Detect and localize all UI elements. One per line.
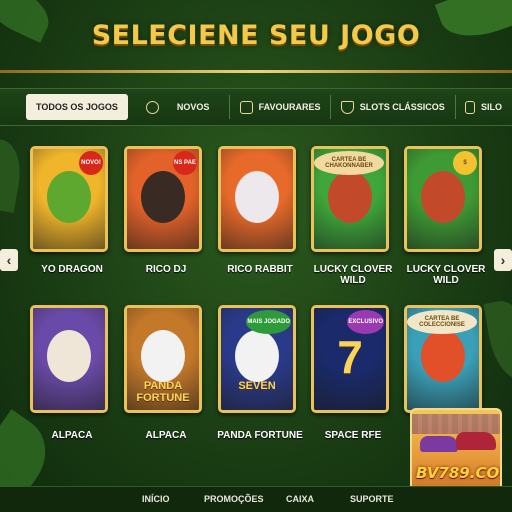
nav-caixa[interactable]: CAIXA bbox=[286, 494, 314, 504]
nav-inicio[interactable]: INÍCIO bbox=[142, 494, 170, 504]
game-card[interactable]: NS PAE bbox=[124, 146, 202, 252]
tab-silo[interactable]: SILO bbox=[455, 89, 512, 125]
nav-suporte[interactable]: SUPORTE bbox=[350, 494, 394, 504]
game-title: RICO DJ bbox=[145, 264, 187, 275]
tab-novos[interactable]: NOVOS bbox=[136, 89, 220, 125]
game-title: SPACE RFE bbox=[324, 430, 382, 441]
game-badge: NS PAE bbox=[173, 151, 197, 175]
red-car-image bbox=[456, 432, 496, 450]
game-card[interactable]: SEVEN MAIS JOGADO bbox=[218, 305, 296, 413]
game-logo-text: 7 bbox=[337, 331, 363, 383]
tab-label: TODOS OS JOGOS bbox=[36, 102, 118, 112]
tab-label: SILO bbox=[480, 102, 502, 112]
character-image bbox=[235, 171, 279, 223]
game-badge: MAIS JOGADO bbox=[246, 310, 291, 334]
character-image bbox=[235, 330, 279, 382]
game-badge: $ bbox=[453, 151, 477, 175]
game-card[interactable]: NOVO! bbox=[30, 146, 108, 252]
tv-icon bbox=[239, 100, 253, 114]
category-tabs: TODOS OS JOGOS NOVOS FAVOURARES SLOTS CL… bbox=[0, 88, 512, 126]
game-card[interactable] bbox=[30, 305, 108, 413]
pillar-icon bbox=[464, 100, 475, 114]
tab-label: NOVOS bbox=[176, 102, 210, 112]
character-image bbox=[421, 330, 465, 382]
bottom-nav: INÍCIO PROMOÇÕES CAIXA SUPORTE bbox=[0, 486, 512, 512]
tab-slots-classicos[interactable]: SLOTS CLÁSSICOS bbox=[331, 89, 455, 125]
tab-todos-os-jogos[interactable]: TODOS OS JOGOS bbox=[26, 94, 128, 120]
game-card[interactable]: CARTEA BE COLECCIONISE bbox=[404, 305, 482, 413]
game-card[interactable] bbox=[218, 146, 296, 252]
page-header: SELECIENE SEU JOGO bbox=[0, 0, 512, 70]
game-badge: EXCLUSIVO bbox=[347, 310, 384, 334]
brand-logo: BV789.COM bbox=[416, 464, 500, 482]
tab-label: FAVOURARES bbox=[258, 102, 321, 112]
game-title: YO DRAGON bbox=[41, 264, 103, 275]
game-title: ALPACA bbox=[51, 430, 93, 441]
character-image bbox=[47, 171, 91, 223]
scroll-right-button[interactable]: › bbox=[494, 249, 512, 271]
city-skyline bbox=[412, 414, 500, 434]
monkey-icon bbox=[145, 100, 159, 114]
game-title: RICO RABBIT bbox=[227, 264, 293, 275]
character-image bbox=[328, 171, 372, 223]
game-logo-text: SEVEN bbox=[238, 380, 276, 392]
game-title: ALPACA bbox=[145, 430, 187, 441]
character-image bbox=[47, 330, 91, 382]
game-card[interactable]: CARTEA BE CHAKONNABER bbox=[311, 146, 389, 252]
game-card[interactable]: $ bbox=[404, 146, 482, 252]
scroll-left-button[interactable]: ‹ bbox=[0, 249, 18, 271]
shield-icon bbox=[340, 100, 354, 114]
game-logo-text: PANDA FORTUNE bbox=[136, 380, 190, 404]
game-badge: CARTEA BE CHAKONNABER bbox=[314, 151, 384, 175]
game-card[interactable]: 7 EXCLUSIVO bbox=[311, 305, 389, 413]
character-image bbox=[421, 171, 465, 223]
tab-favourares[interactable]: FAVOURARES bbox=[230, 89, 331, 125]
game-card[interactable]: PANDA FORTUNE bbox=[124, 305, 202, 413]
game-badge: CARTEA BE COLECCIONISE bbox=[407, 310, 477, 334]
game-title: LUCKY CLOVER WILD bbox=[313, 264, 393, 286]
game-title: LUCKY CLOVER WILD bbox=[406, 264, 486, 286]
tab-label: SLOTS CLÁSSICOS bbox=[359, 102, 445, 112]
page-title: SELECIENE SEU JOGO bbox=[91, 19, 421, 51]
game-badge: NOVO! bbox=[79, 151, 103, 175]
nav-promocoes[interactable]: PROMOÇÕES bbox=[204, 494, 264, 504]
purple-car-image bbox=[420, 436, 458, 452]
character-image bbox=[141, 171, 185, 223]
header-divider bbox=[0, 70, 512, 73]
character-image bbox=[141, 330, 185, 382]
game-title: PANDA FORTUNE bbox=[217, 430, 303, 441]
